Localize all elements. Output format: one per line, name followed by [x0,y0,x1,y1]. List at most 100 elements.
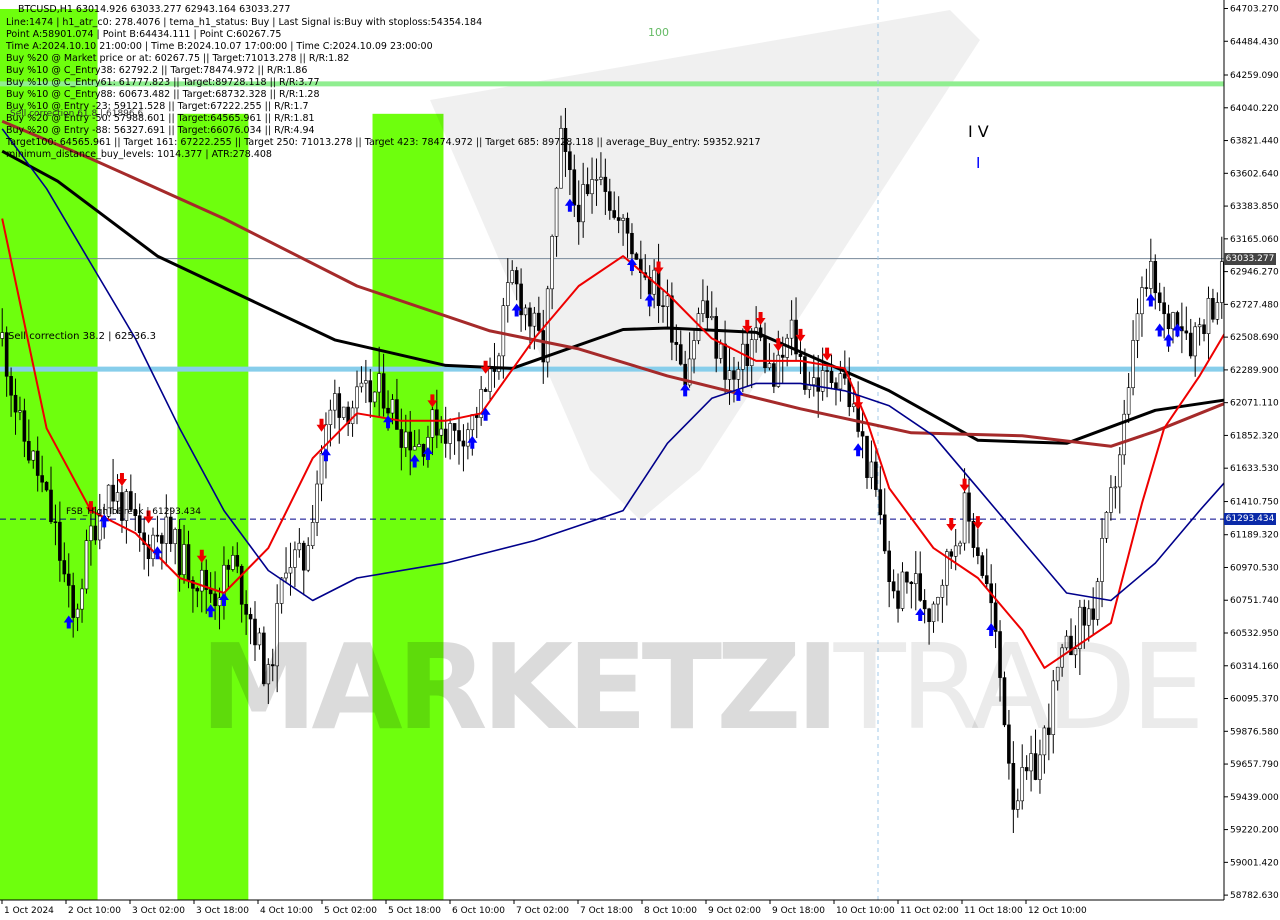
candle-body [381,373,386,409]
candle-body [164,516,169,544]
x-tick-label: 5 Oct 18:00 [388,906,441,916]
x-tick-label: 9 Oct 02:00 [708,906,761,916]
candle-body [811,377,816,385]
chart-window[interactable]: 64703.270 64484.430 64259.090 64040.220 6382… [0,0,1280,920]
candle-body [368,380,373,403]
candle-body [195,588,200,592]
watermark-logo: MARKETZITRADE [200,628,1205,746]
y-tick-label: 63821.440 [1230,137,1279,147]
buy-arrow-icon [1145,293,1156,307]
candle-body [1197,324,1202,328]
candle-body [186,544,191,581]
x-tick-label: 11 Oct 02:00 [900,906,959,916]
x-tick-label: 7 Oct 02:00 [516,906,569,916]
wave-marker: I [976,154,981,172]
candle-body [1024,767,1029,772]
candle-body [151,534,155,560]
info-line-status: Line:1474 | h1_atr_c0: 278.4076 | tema_h… [6,17,483,28]
candle-body [412,446,417,451]
buy-arrow-icon [1154,323,1165,337]
candle-body [780,354,785,358]
candle-body [913,573,918,585]
candle-body [1149,261,1153,289]
candle-body [936,597,940,605]
candle-body [670,295,674,343]
candle-body [625,217,630,234]
x-tick-label: 7 Oct 18:00 [580,906,633,916]
y-tick-label: 62071.110 [1230,399,1279,409]
candle-body [1193,326,1197,357]
candle-body [319,453,324,485]
candle-body [718,343,723,359]
candle-body [576,204,581,223]
x-tick-label: 4 Oct 10:00 [260,906,313,916]
candle-body [461,440,466,447]
candle-body [869,461,874,478]
candle-body [177,529,182,575]
candle-body [1135,313,1140,341]
x-tick-label: 10 Oct 10:00 [836,906,895,916]
candle-body [727,370,732,380]
candle-body [594,179,599,181]
candle-body [776,354,781,387]
candle-body [31,450,36,461]
candle-body [1215,302,1220,320]
candle-body [1144,287,1149,289]
y-tick-label: 59220.200 [1230,826,1279,836]
candle-body [523,307,528,316]
y-tick-label: 62289.900 [1230,366,1279,376]
candle-body [732,370,736,380]
candle-body [89,525,93,541]
candle-body [208,589,213,595]
y-tick-label: 64040.220 [1230,104,1279,114]
candle-body [1033,753,1038,780]
candle-body [213,593,217,607]
x-tick-label: 6 Oct 10:00 [452,906,505,916]
candle-body [18,410,22,413]
candle-body [1011,763,1016,810]
candle-body [492,368,497,372]
x-tick-label: 8 Oct 10:00 [644,906,697,916]
candle-body [13,394,18,413]
candle-body [834,382,838,390]
candle-body [160,535,164,544]
signal-zone-2 [372,113,444,901]
candle-body [887,550,891,582]
candle-body [399,429,404,448]
candle-body [9,376,13,396]
y-tick-label: 60532.950 [1230,629,1279,639]
candle-body [528,307,532,327]
y-tick-label: 61852.320 [1230,431,1279,441]
candle-body [661,305,665,307]
candle-body [665,295,670,307]
candle-body [741,343,745,370]
candle-body [953,545,958,557]
y-tick-label: 60095.370 [1230,695,1279,705]
candle-body [284,572,288,579]
info-line-buy-c88: Buy %10 @ C_Entry88: 60673.482 || Target… [6,89,320,100]
candle-body [443,428,448,444]
candle-body [816,377,821,392]
candle-body [417,443,421,447]
candle-body [1104,512,1109,539]
candle-body [1029,753,1033,772]
x-tick-label: 5 Oct 02:00 [324,906,377,916]
y-tick-label: 62946.270 [1230,268,1279,278]
zone-top-label: 100 [648,26,669,39]
candle-body [1117,454,1122,488]
candle-body [288,567,293,574]
x-tick-label: 3 Oct 18:00 [196,906,249,916]
candle-body [616,217,621,221]
x-tick-label: 2 Oct 10:00 [68,906,121,916]
candle-body [705,300,710,319]
candle-body [692,340,696,360]
y-tick-label: 62727.480 [1230,300,1279,310]
candle-body [1095,581,1100,620]
candle-body [590,179,594,195]
buy-arrow-icon [853,443,864,457]
sell-arrow-icon [822,347,833,361]
candle-body [581,184,585,223]
candle-body [279,577,284,604]
candle-body [452,423,457,431]
candle-body [798,353,803,357]
